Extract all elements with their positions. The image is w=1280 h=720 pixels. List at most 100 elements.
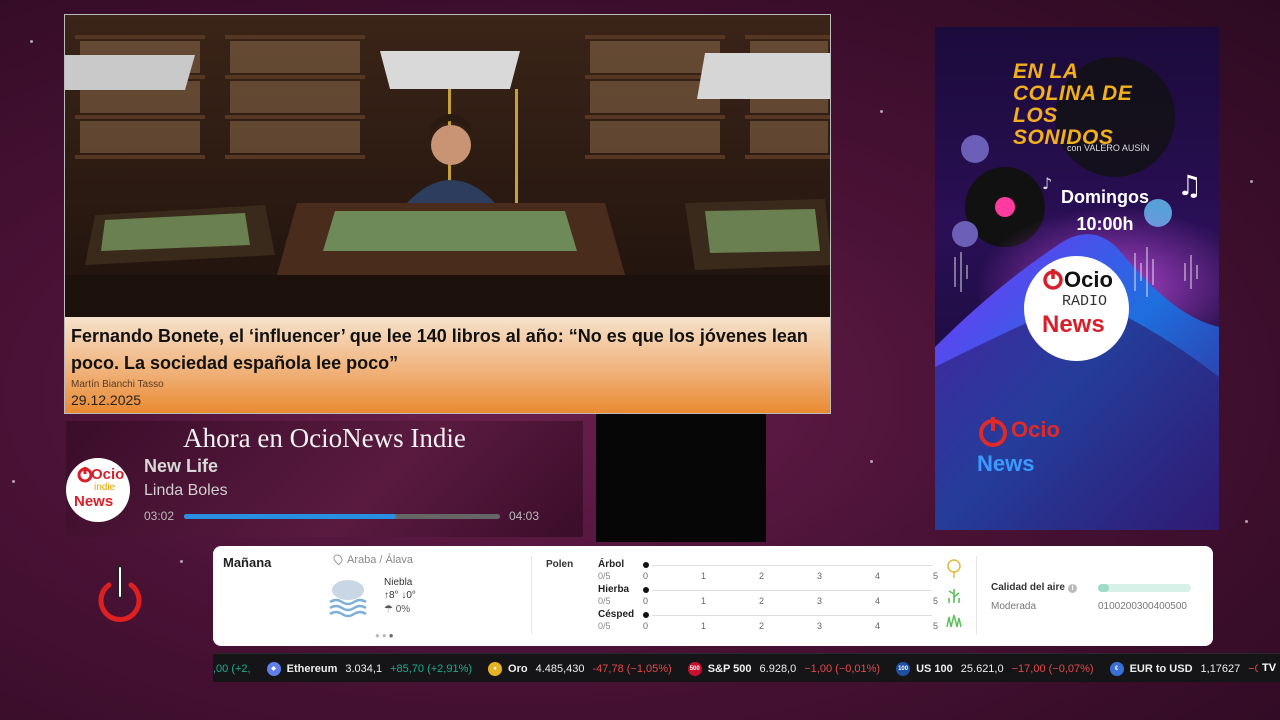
polen-scale-tick: 2 <box>759 621 765 631</box>
info-icon[interactable]: i <box>1067 584 1077 593</box>
market-ticker[interactable]: ,00 (+2, ◆ Ethereum 3.034,1 +85,70 (+2,91%) ●… <box>213 653 1280 682</box>
asset-icon: ● <box>488 661 503 676</box>
poster-time: 10:00h <box>1076 214 1134 234</box>
polen-scale-tick: 4 <box>875 571 881 581</box>
air-quality-bar <box>1098 584 1191 592</box>
logo-text-news: News <box>977 451 1035 476</box>
background-sparkle <box>180 560 183 563</box>
polen-scale-tick: 4 <box>875 621 881 631</box>
badge-text-news: News <box>1042 311 1105 338</box>
forecast-pager[interactable]: ●●● <box>375 631 396 640</box>
forecast-day: Mañana <box>223 555 272 570</box>
polen-scale-tick: 0 <box>643 621 649 631</box>
badge-text-ocio: Ocio <box>1064 267 1113 292</box>
power-logo-icon <box>979 417 1007 447</box>
now-playing-widget: Ahora en OcioNews Indie Ocio indie News … <box>66 421 583 537</box>
power-icon[interactable] <box>93 563 147 625</box>
polen-scale-tick: 3 <box>817 571 823 581</box>
asset-change: +85,70 (+2,91%) <box>390 662 473 675</box>
ticker-item[interactable]: 500 S&P 500 6.928,0 −1,00 (−0,01%) <box>687 661 881 676</box>
asset-name: Oro <box>508 662 528 675</box>
polen-level-marker <box>643 587 649 593</box>
divider <box>531 556 532 634</box>
news-card[interactable]: Fernando Bonete, el ‘influencer’ que lee… <box>64 14 831 414</box>
tree-icon <box>947 559 961 578</box>
ticker-brand-logo[interactable]: TV <box>1258 654 1280 682</box>
weather-panel: Mañana Araba / Álava Niebla ↑8° ↓0° ☂ 0%… <box>213 546 1213 646</box>
news-author: Martín Bianchi Tasso <box>71 379 164 390</box>
location-pin-icon <box>331 552 345 566</box>
polen-value: 0/5 <box>598 621 611 631</box>
logo-text-news: News <box>74 493 114 510</box>
news-headline[interactable]: Fernando Bonete, el ‘influencer’ que lee… <box>71 323 826 377</box>
polen-scale-tick: 4 <box>875 596 881 606</box>
background-sparkle <box>1250 180 1253 183</box>
polen-row: Césped 0/5 0 1 2 3 4 5 <box>598 609 962 634</box>
background-sparkle <box>880 110 883 113</box>
ticker-item[interactable]: 100 US 100 25.621,0 −17,00 (−0,07%) <box>896 661 1094 676</box>
ticker-item[interactable]: ● Oro 4.485,430 -47,78 (−1,05%) <box>488 661 672 676</box>
ticker-item[interactable]: €EUR to USD1,17627−0,00 (−0, <box>1109 661 1280 676</box>
location-name: Araba / Álava <box>347 554 414 566</box>
polen-scale-tick: 1 <box>701 571 707 581</box>
asset-icon: ◆ <box>266 661 281 676</box>
fog-icon <box>329 580 367 618</box>
air-quality-level: Moderada <box>991 601 1037 612</box>
background-sparkle <box>12 480 15 483</box>
polen-scale-tick: 2 <box>759 571 765 581</box>
ocionews-logo: Ocio News <box>973 411 1093 481</box>
polen-type: Árbol <box>598 559 625 570</box>
polen-scale-line <box>652 615 932 616</box>
pager-dot-active[interactable]: ● <box>389 631 396 640</box>
polen-scale-tick: 5 <box>933 596 939 606</box>
asset-change: ,00 (+2, <box>213 662 251 675</box>
song-artist: Linda Boles <box>144 482 228 499</box>
polen-value: 0/5 <box>598 571 611 581</box>
background-sparkle <box>30 40 33 43</box>
pager-dot[interactable]: ● <box>382 631 389 640</box>
asset-name: S&P 500 <box>707 662 752 675</box>
polen-level-marker <box>643 612 649 618</box>
air-quality-label: Calidad del aire <box>991 582 1065 593</box>
ticker-item[interactable]: ◆ Ethereum 3.034,1 +85,70 (+2,91%) <box>266 661 473 676</box>
logo-text-ocio: Ocio <box>91 466 125 483</box>
air-quality-fill <box>1098 584 1110 592</box>
now-playing-heading: Ahora en OcioNews Indie <box>183 423 466 453</box>
polen-scale-tick: 1 <box>701 596 707 606</box>
polen-scale-tick: 5 <box>933 621 939 631</box>
badge-text-radio: RADIO <box>1062 293 1108 310</box>
progress-fill <box>184 514 396 519</box>
asset-name: EUR to USD <box>1129 662 1193 675</box>
asset-price: 4.485,430 <box>535 662 585 675</box>
pager-dot[interactable]: ● <box>375 631 382 640</box>
forecast-rain: ☂ 0% <box>384 604 410 615</box>
forecast-location: Araba / Álava <box>331 552 414 566</box>
ocio-radio-news-badge: Ocio RADIO News <box>1024 256 1129 361</box>
polen-scale-tick: 0 <box>643 571 649 581</box>
grass-icon <box>948 589 960 603</box>
asset-name: US 100 <box>916 662 953 675</box>
ticker-item[interactable]: ,00 (+2, <box>213 663 251 675</box>
umbrella-icon: ☂ <box>384 604 396 615</box>
video-player[interactable] <box>596 414 766 542</box>
asset-icon: 100 <box>896 661 911 676</box>
asset-price: 1,17627 <box>1200 662 1241 675</box>
total-time: 04:03 <box>509 509 540 523</box>
lawn-icon <box>946 614 962 628</box>
polen-level-marker <box>643 562 649 568</box>
forecast-temperatures: ↑8° ↓0° <box>384 590 416 601</box>
poster-host: con VALERO AUSÍN <box>1067 143 1150 153</box>
polen-scale-line <box>652 565 932 566</box>
ticker-track: ,00 (+2, ◆ Ethereum 3.034,1 +85,70 (+2,91%) ●… <box>213 654 1280 682</box>
polen-value: 0/5 <box>598 596 611 606</box>
asset-price: 25.621,0 <box>960 662 1004 675</box>
asset-price: 6.928,0 <box>759 662 797 675</box>
polen-scale-tick: 3 <box>817 596 823 606</box>
polen-label: Polen <box>546 559 574 570</box>
asset-change: −17,00 (−0,07%) <box>1011 662 1094 675</box>
elapsed-time: 03:02 <box>144 509 175 523</box>
polen-type: Césped <box>598 609 635 620</box>
progress-track <box>184 514 500 519</box>
asset-change: −1,00 (−0,01%) <box>804 662 881 675</box>
radio-show-poster[interactable]: ♫ ♪ EN LA COLINA DE LOS SONIDOS con VALE… <box>935 27 1219 530</box>
